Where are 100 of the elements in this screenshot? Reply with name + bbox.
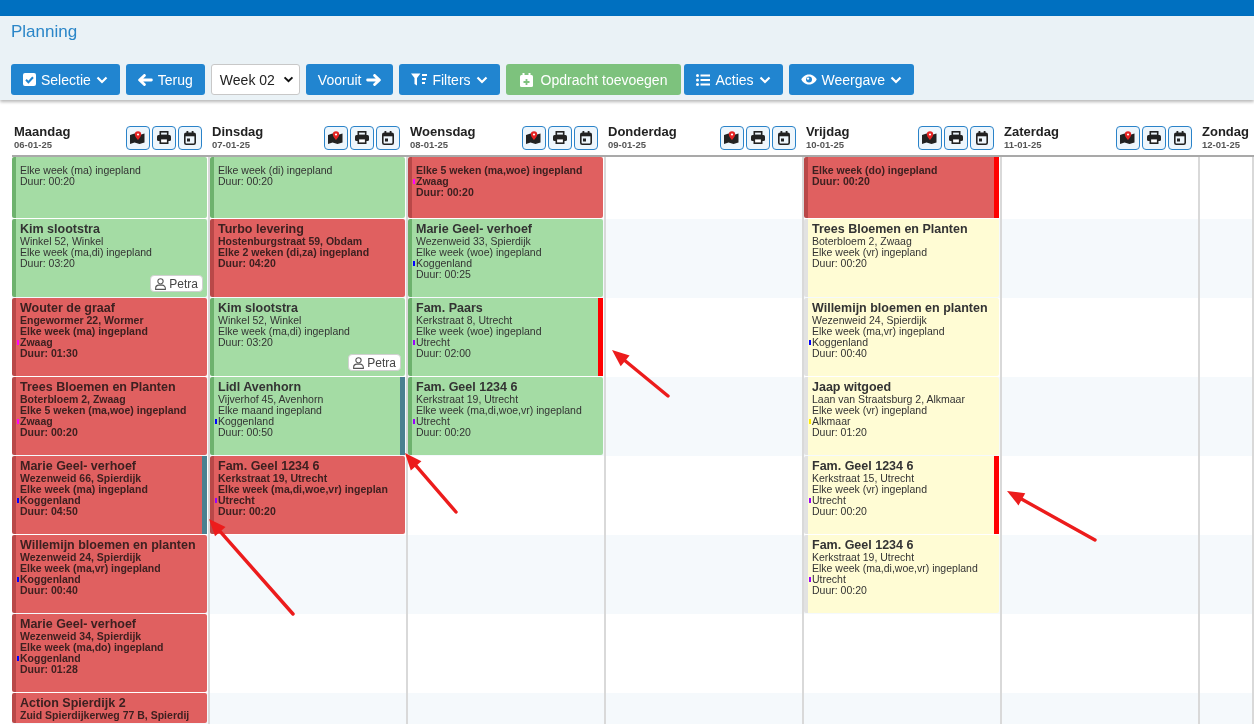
- job-region: Utrecht: [416, 416, 450, 427]
- job-title: Marie Geel- verhoef: [416, 222, 532, 236]
- calendar-button[interactable]: [970, 125, 994, 150]
- job-card[interactable]: Trees Bloemen en Planten Boterbloem 2, Zwaag Elke 5 weken (ma,woe) ingepland Zwaag Duur: 00:20: [12, 377, 207, 455]
- job-schedule: Elke week (woe) ingepland: [416, 247, 542, 258]
- filter-icon: [411, 73, 428, 86]
- map-pin-icon: [922, 130, 938, 145]
- day-name: Zaterdag: [1004, 124, 1059, 139]
- job-card[interactable]: Kim slootstra Winkel 52, Winkel Elke week (ma,di) ingepland Duur: 03:20 Petra: [12, 219, 207, 297]
- job-card[interactable]: Elke week (ma) ingepland Duur: 00:20: [12, 157, 207, 218]
- job-card[interactable]: Willemijn bloemen en planten Wezenweid 24, Spierdijk Elke week (ma,vr) ingepland Koggenland Duur: 00:40: [12, 535, 207, 613]
- job-duration: Duur: 01:30: [20, 348, 78, 359]
- job-card[interactable]: Action Spierdijk 2 Zuid Spierdijkerweg 77 B, Spierdij: [12, 693, 207, 723]
- job-duration: Duur: 00:20: [20, 427, 78, 438]
- map-button[interactable]: [918, 125, 942, 150]
- job-address: Kerkstraat 15, Utrecht: [812, 473, 915, 484]
- person-icon: [155, 277, 167, 290]
- calendar-icon: [580, 130, 592, 145]
- job-region: Koggenland: [20, 574, 81, 585]
- job-card[interactable]: Turbo levering Hostenburgstraat 59, Obdam Elke 2 weken (di,za) ingepland Duur: 04:20: [210, 219, 405, 297]
- job-region: Utrecht: [812, 495, 846, 506]
- job-region: Koggenland: [812, 337, 869, 348]
- printer-icon: [1147, 131, 1161, 144]
- map-pin-icon: [526, 130, 542, 145]
- job-title: Fam. Geel 1234 6: [416, 380, 518, 394]
- job-schedule: Elke week (vr) ingepland: [812, 405, 927, 416]
- actions-button[interactable]: Acties: [684, 64, 783, 95]
- list-icon: [696, 73, 711, 86]
- map-pin-icon: [328, 130, 344, 145]
- job-duration: Duur: 04:50: [20, 506, 78, 517]
- calendar-icon: [778, 130, 790, 145]
- job-address: Wezenweid 34, Spierdijk: [20, 631, 142, 642]
- calendar-plus-icon: [519, 72, 533, 87]
- job-title: Willemijn bloemen en planten: [20, 538, 196, 552]
- job-card[interactable]: Jaap witgoed Laan van Straatsburg 2, Alkmaar Elke week (vr) ingepland Alkmaar Duur: 01:20: [804, 377, 999, 455]
- job-schedule: Elke week (ma,do) ingepland: [20, 642, 164, 653]
- selection-button[interactable]: Selectie: [11, 64, 120, 95]
- calendar-button[interactable]: [1168, 125, 1192, 150]
- day-name: Maandag: [14, 124, 71, 139]
- job-duration: Duur: 00:20: [812, 585, 867, 596]
- job-card[interactable]: Willemijn bloemen en planten Wezenweid 24, Spierdijk Elke week (ma,vr) ingepland Koggenland Duur: 00:40: [804, 298, 999, 376]
- calendar-button[interactable]: [772, 125, 796, 150]
- job-card[interactable]: Fam. Geel 1234 6 Kerkstraat 19, Utrecht Elke week (ma,di,woe,vr) ingepland Utrecht Duur: 00:20: [408, 377, 603, 455]
- job-card[interactable]: Lidl Avenhorn Vijverhof 45, Avenhorn Elke maand ingepland Koggenland Duur: 00:50: [210, 377, 405, 455]
- map-button[interactable]: [720, 125, 744, 150]
- job-card[interactable]: Marie Geel- verhoef Wezenweid 33, Spierdijk Elke week (woe) ingepland Koggenland Duur: 00:25: [408, 219, 603, 297]
- map-button[interactable]: [522, 125, 546, 150]
- job-schedule: Elke week (woe) ingepland: [416, 326, 542, 337]
- print-button[interactable]: [1142, 125, 1166, 150]
- filter-button[interactable]: Filters: [399, 64, 500, 95]
- view-button[interactable]: Weergave: [788, 64, 915, 95]
- print-button[interactable]: [548, 125, 572, 150]
- job-schedule: Elke week (ma) ingepland: [20, 165, 141, 176]
- printer-icon: [355, 131, 369, 144]
- map-button[interactable]: [126, 125, 150, 150]
- back-button[interactable]: Terug: [125, 64, 205, 95]
- print-button[interactable]: [350, 125, 374, 150]
- week-select[interactable]: Week 02: [210, 64, 300, 95]
- job-card[interactable]: Fam. Geel 1234 6 Kerkstraat 19, Utrecht Elke week (ma,di,woe,vr) ingeplan Utrecht Duur: 00:20: [210, 456, 405, 534]
- job-schedule: Elke week (di) ingepland: [218, 165, 333, 176]
- job-region: Koggenland: [218, 416, 275, 427]
- day-name: Zondag: [1202, 124, 1249, 139]
- job-card[interactable]: Fam. Geel 1234 6 Kerkstraat 15, Utrecht Elke week (vr) ingepland Utrecht Duur: 00:20: [804, 456, 999, 534]
- job-schedule: Elke week (do) ingepland: [812, 165, 938, 176]
- job-duration: Duur: 00:20: [416, 427, 471, 438]
- forward-button[interactable]: Vooruit: [305, 64, 394, 95]
- printer-icon: [553, 131, 567, 144]
- calendar-icon: [184, 130, 196, 145]
- print-button[interactable]: [152, 125, 176, 150]
- day-date: 12-01-25: [1202, 139, 1241, 151]
- calendar-button[interactable]: [178, 125, 202, 150]
- print-button[interactable]: [944, 125, 968, 150]
- job-schedule: Elke week (ma,di,woe,vr) ingeplan: [218, 484, 388, 495]
- map-button[interactable]: [324, 125, 348, 150]
- job-region: Utrecht: [218, 495, 255, 506]
- job-title: Fam. Geel 1234 6: [218, 459, 320, 473]
- print-button[interactable]: [746, 125, 770, 150]
- job-title: Jaap witgoed: [812, 380, 892, 394]
- job-schedule: Elke 5 weken (ma,woe) ingepland: [416, 165, 583, 176]
- job-card[interactable]: Marie Geel- verhoef Wezenweid 66, Spierdijk Elke week (ma) ingepland Koggenland Duur: 04:50: [12, 456, 207, 534]
- map-button[interactable]: [1116, 125, 1140, 150]
- job-address: Winkel 52, Winkel: [218, 315, 302, 326]
- day-date: 11-01-25: [1004, 139, 1042, 151]
- job-card[interactable]: Elke week (di) ingepland Duur: 00:20: [210, 157, 405, 218]
- calendar-button[interactable]: [376, 125, 400, 150]
- job-duration: Duur: 00:20: [812, 176, 870, 187]
- job-duration: Duur: 03:20: [20, 258, 75, 269]
- job-card[interactable]: Kim slootstra Winkel 52, Winkel Elke week (ma,di) ingepland Duur: 03:20 Petra: [210, 298, 405, 376]
- job-card[interactable]: Wouter de graaf Engewormer 22, Wormer Elke week (ma) ingepland Zwaag Duur: 01:30: [12, 298, 207, 376]
- job-title: Fam. Geel 1234 6: [812, 459, 914, 473]
- job-card[interactable]: Elke week (do) ingepland Duur: 00:20: [804, 157, 999, 218]
- job-card[interactable]: Trees Bloemen en Planten Boterbloem 2, Zwaag Elke week (vr) ingepland Duur: 00:20: [804, 219, 999, 297]
- day-date: 10-01-25: [806, 139, 845, 151]
- job-card[interactable]: Elke 5 weken (ma,woe) ingepland Zwaag Duur: 00:20: [408, 157, 603, 218]
- job-card[interactable]: Marie Geel- verhoef Wezenweid 34, Spierdijk Elke week (ma,do) ingepland Koggenland Duur: 01:28: [12, 614, 207, 692]
- job-card[interactable]: Fam. Paars Kerkstraat 8, Utrecht Elke week (woe) ingepland Utrecht Duur: 02:00: [408, 298, 603, 376]
- calendar-button[interactable]: [574, 125, 598, 150]
- job-card[interactable]: Fam. Geel 1234 6 Kerkstraat 19, Utrecht Elke week (ma,di,woe,vr) ingepland Utrecht Duur: 00:20: [804, 535, 999, 613]
- printer-icon: [751, 131, 765, 144]
- job-schedule: Elke week (ma,di) ingepland: [218, 326, 350, 337]
